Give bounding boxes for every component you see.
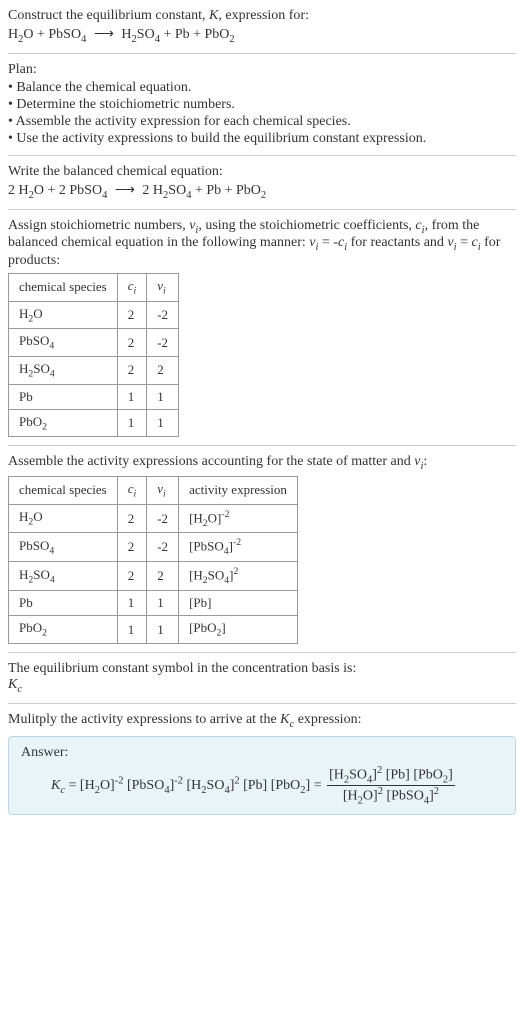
cell: -2: [147, 533, 179, 562]
plan-item: • Assemble the activity expression for e…: [8, 114, 516, 130]
plan-title: Plan:: [8, 62, 516, 78]
divider: [8, 53, 516, 54]
table-row: H2SO4 2 2 [H2SO4]2: [9, 562, 298, 591]
plan-section: Plan: • Balance the chemical equation. •…: [8, 62, 516, 147]
cell: 1: [117, 409, 147, 437]
answer-box: Answer: Kc = [H2O]-2 [PbSO4]-2 [H2SO4]2 …: [8, 736, 516, 816]
col-header: activity expression: [179, 476, 298, 504]
divider: [8, 155, 516, 156]
symbol-section: The equilibrium constant symbol in the c…: [8, 661, 516, 695]
divider: [8, 703, 516, 704]
cell: H2SO4: [9, 562, 118, 591]
cell: 2: [117, 504, 147, 533]
cell: 1: [147, 384, 179, 409]
cell: PbSO4: [9, 533, 118, 562]
stoich-intro: Assign stoichiometric numbers, νi, using…: [8, 218, 516, 270]
answer-formula: Kc = [H2O]-2 [PbSO4]-2 [H2SO4]2 [Pb] [Pb…: [51, 765, 503, 807]
cell: 1: [147, 591, 179, 616]
plan-list: • Balance the chemical equation. • Deter…: [8, 80, 516, 147]
balanced-section: Write the balanced chemical equation: 2 …: [8, 164, 516, 201]
cell: [H2SO4]2: [179, 562, 298, 591]
plan-item: • Use the activity expressions to build …: [8, 131, 516, 147]
cell: 2: [117, 533, 147, 562]
cell: -2: [147, 504, 179, 533]
table-row: PbO2 1 1: [9, 409, 179, 437]
divider: [8, 209, 516, 210]
table-row: H2O 2 -2 [H2O]-2: [9, 504, 298, 533]
cell: 2: [117, 356, 147, 384]
balanced-equation: 2 H2O + 2 PbSO4 ⟶ 2 H2SO4 + Pb + PbO2: [8, 182, 516, 201]
plan-item: • Balance the chemical equation.: [8, 80, 516, 96]
cell: PbO2: [9, 409, 118, 437]
cell: 2: [117, 329, 147, 357]
cell: PbO2: [9, 616, 118, 644]
intro-line: Construct the equilibrium constant, K, e…: [8, 8, 516, 24]
table-row: Pb 1 1: [9, 384, 179, 409]
cell: -2: [147, 301, 179, 329]
cell: H2O: [9, 301, 118, 329]
divider: [8, 652, 516, 653]
balanced-title: Write the balanced chemical equation:: [8, 164, 516, 180]
divider: [8, 445, 516, 446]
cell: 2: [117, 301, 147, 329]
cell: 1: [147, 409, 179, 437]
cell: Pb: [9, 591, 118, 616]
col-header: chemical species: [9, 476, 118, 504]
col-header: chemical species: [9, 274, 118, 302]
table-row: PbSO4 2 -2: [9, 329, 179, 357]
activity-intro: Assemble the activity expressions accoun…: [8, 454, 516, 472]
symbol-line1: The equilibrium constant symbol in the c…: [8, 661, 516, 677]
cell: 1: [117, 616, 147, 644]
stoich-section: Assign stoichiometric numbers, νi, using…: [8, 218, 516, 438]
col-header: ci: [117, 476, 147, 504]
symbol-line2: Kc: [8, 677, 516, 695]
cell: [Pb]: [179, 591, 298, 616]
table-row: PbSO4 2 -2 [PbSO4]-2: [9, 533, 298, 562]
cell: -2: [147, 329, 179, 357]
table-row: Pb 1 1 [Pb]: [9, 591, 298, 616]
cell: 2: [147, 356, 179, 384]
cell: PbSO4: [9, 329, 118, 357]
cell: H2SO4: [9, 356, 118, 384]
cell: 2: [147, 562, 179, 591]
cell: Pb: [9, 384, 118, 409]
col-header: νi: [147, 274, 179, 302]
activity-section: Assemble the activity expressions accoun…: [8, 454, 516, 644]
multiply-section: Mulitply the activity expressions to arr…: [8, 712, 516, 816]
plan-item: • Determine the stoichiometric numbers.: [8, 97, 516, 113]
cell: 1: [117, 591, 147, 616]
table-header-row: chemical species ci νi activity expressi…: [9, 476, 298, 504]
table-header-row: chemical species ci νi: [9, 274, 179, 302]
table-row: H2SO4 2 2: [9, 356, 179, 384]
cell: [H2O]-2: [179, 504, 298, 533]
table-row: PbO2 1 1 [PbO2]: [9, 616, 298, 644]
col-header: νi: [147, 476, 179, 504]
cell: [PbO2]: [179, 616, 298, 644]
intro-section: Construct the equilibrium constant, K, e…: [8, 8, 516, 45]
multiply-title: Mulitply the activity expressions to arr…: [8, 712, 516, 730]
cell: 1: [117, 384, 147, 409]
table-row: H2O 2 -2: [9, 301, 179, 329]
activity-table: chemical species ci νi activity expressi…: [8, 476, 298, 644]
cell: 2: [117, 562, 147, 591]
stoich-table: chemical species ci νi H2O 2 -2 PbSO4 2 …: [8, 273, 179, 437]
cell: 1: [147, 616, 179, 644]
answer-label: Answer:: [21, 745, 503, 761]
cell: H2O: [9, 504, 118, 533]
col-header: ci: [117, 274, 147, 302]
cell: [PbSO4]-2: [179, 533, 298, 562]
unbalanced-equation: H2O + PbSO4 ⟶ H2SO4 + Pb + PbO2: [8, 26, 516, 45]
